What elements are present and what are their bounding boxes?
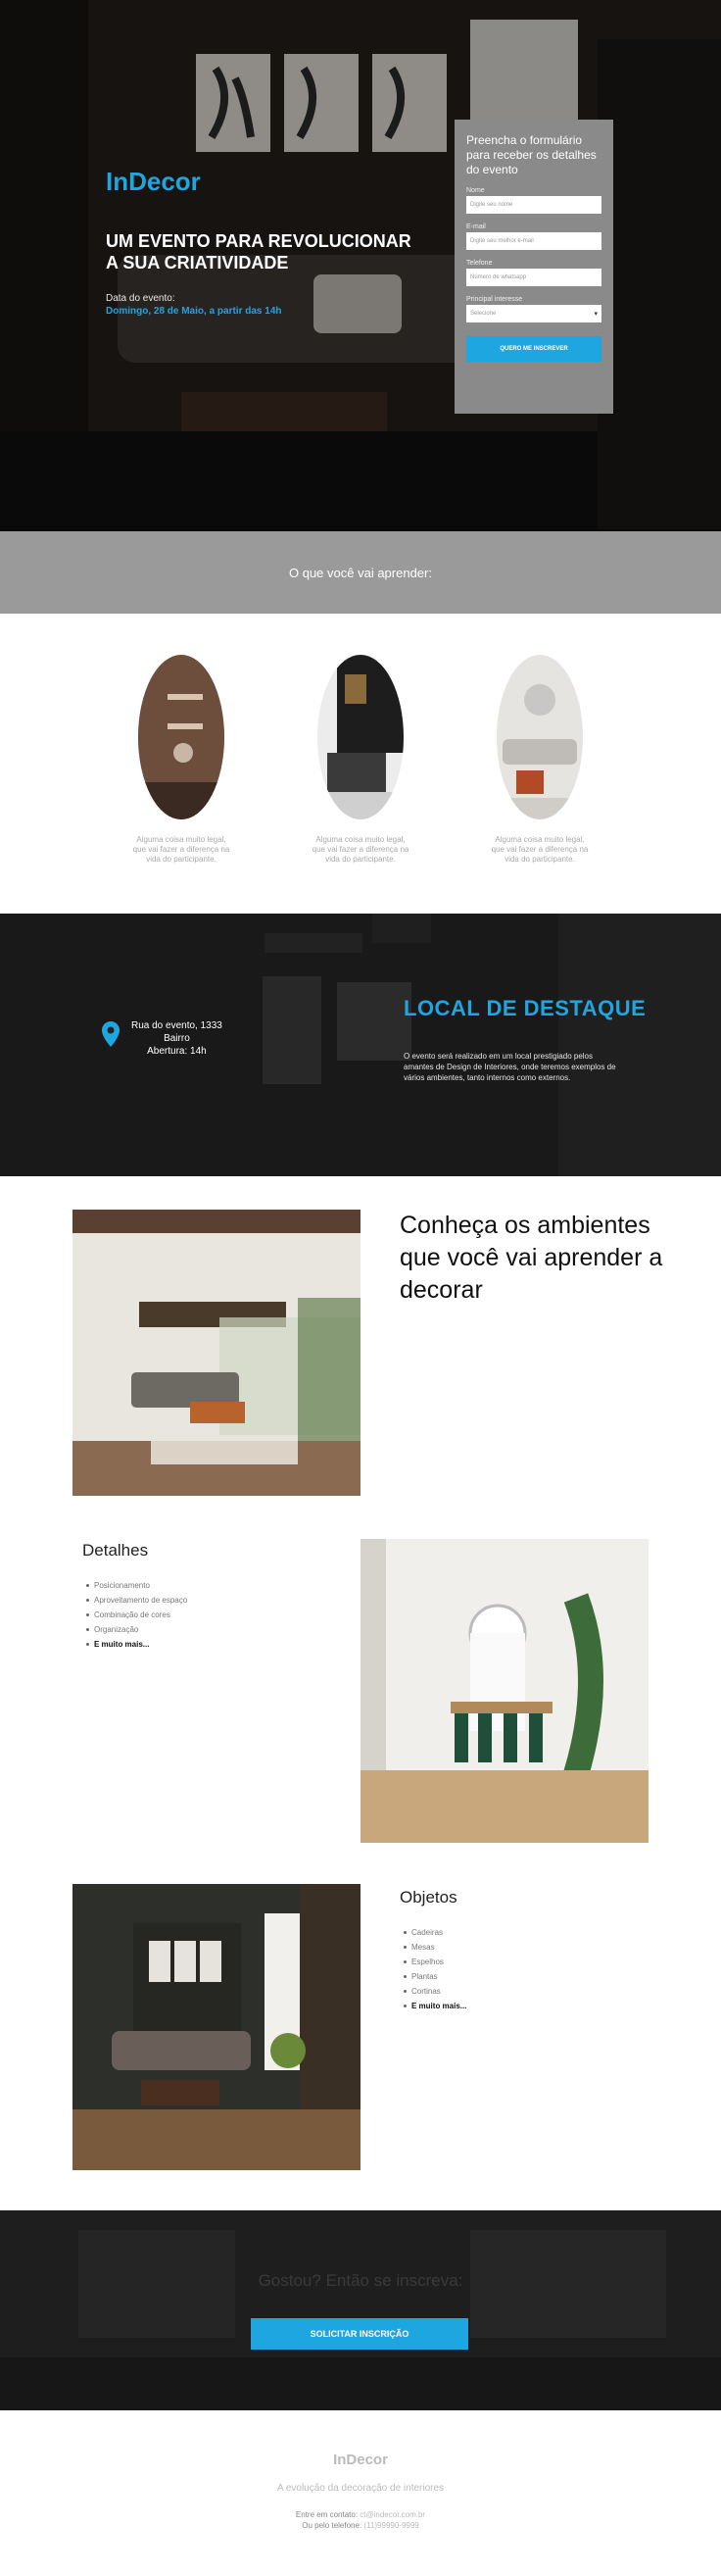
living-room-image bbox=[72, 1210, 360, 1496]
phone-field-row: Telefone Número de whatsapp bbox=[466, 260, 601, 286]
contact-phone[interactable]: (11)99990-9999 bbox=[363, 2521, 418, 2530]
hero-title: UM EVENTO PARA REVOLUCIONAR A SUA CRIATI… bbox=[106, 231, 411, 272]
card-image bbox=[138, 655, 224, 819]
footer-tagline: A evolução da decoração de interiores bbox=[276, 2483, 445, 2494]
email-input[interactable]: Digite seu melhor e-mail bbox=[466, 232, 601, 250]
dining-room-image bbox=[360, 1539, 649, 1843]
address-neighborhood: Bairro bbox=[164, 1033, 190, 1044]
list-item: Espelhos bbox=[404, 1955, 466, 1969]
learn-banner: O que você vai aprender: bbox=[0, 531, 721, 614]
event-date-label: Data do evento: bbox=[106, 293, 175, 304]
card-text: Alguma coisa muito legal, que vai fazer … bbox=[132, 835, 230, 864]
location-title: LOCAL DE DESTAQUE bbox=[404, 996, 647, 1020]
location-pin-icon bbox=[102, 1021, 120, 1052]
details-list: Posicionamento Aproveitamento de espaço … bbox=[86, 1578, 187, 1652]
footer-logo[interactable]: InDecor bbox=[0, 2452, 721, 2468]
card-text: Alguma coisa muito legal, que vai fazer … bbox=[491, 835, 589, 864]
lounge-room-image bbox=[72, 1884, 360, 2170]
hero-logo[interactable]: InDecor bbox=[106, 167, 419, 197]
cta-text: Gostou? Então se inscreva: bbox=[258, 2271, 463, 2290]
list-item: Cadeiras bbox=[404, 1925, 466, 1940]
name-input[interactable]: Digite seu nome bbox=[466, 196, 601, 214]
cta-background-image bbox=[0, 2210, 721, 2410]
submit-button[interactable]: QUERO ME INSCREVER bbox=[466, 336, 601, 362]
chevron-down-icon: ▾ bbox=[594, 311, 598, 318]
learn-title: O que você vai aprender: bbox=[289, 565, 432, 580]
location-description: O evento será realizado em um local pres… bbox=[404, 1052, 616, 1082]
learn-cards-section: Alguma coisa muito legal, que vai fazer … bbox=[0, 614, 721, 914]
request-signup-button[interactable]: SOLICITAR INSCRIÇÃO bbox=[251, 2318, 468, 2350]
form-title: Preencha o formulário para receber os de… bbox=[466, 133, 597, 176]
event-date-value: Domingo, 28 de Maio, a partir das 14h bbox=[106, 306, 282, 317]
phone-label: Telefone bbox=[466, 260, 493, 267]
list-item: Posicionamento bbox=[86, 1578, 187, 1593]
hero-section: InDecor UM EVENTO PARA REVOLUCIONAR A SU… bbox=[0, 0, 721, 531]
interest-label: Principal interesse bbox=[466, 296, 523, 303]
list-item: Combinação de cores bbox=[86, 1608, 187, 1622]
name-field-row: Nome Digite seu nome bbox=[466, 187, 601, 214]
contact-label: Entre em contato: bbox=[295, 2510, 359, 2519]
list-item-more: E muito mais... bbox=[86, 1637, 187, 1652]
phone-input[interactable]: Número de whatsapp bbox=[466, 269, 601, 286]
learn-card: Alguma coisa muito legal, que vai fazer … bbox=[287, 655, 434, 865]
card-image bbox=[497, 655, 583, 819]
email-field-row: E-mail Digite seu melhor e-mail bbox=[466, 223, 601, 250]
interest-select[interactable]: Selecione ▾ bbox=[466, 305, 601, 322]
environments-title: Conheça os ambientes que você vai aprend… bbox=[400, 1212, 663, 1304]
email-label: E-mail bbox=[466, 223, 486, 230]
location-section: Rua do evento, 1333 Bairro Abertura: 14h… bbox=[0, 914, 721, 1176]
list-item: Organização bbox=[86, 1622, 187, 1637]
environments-section: Conheça os ambientes que você vai aprend… bbox=[0, 1176, 721, 2210]
list-item: Cortinas bbox=[404, 1984, 466, 1999]
objects-list: Cadeiras Mesas Espelhos Plantas Cortinas… bbox=[404, 1925, 466, 2013]
address-opening: Abertura: 14h bbox=[147, 1046, 207, 1057]
cta-section: Gostou? Então se inscreva: SOLICITAR INS… bbox=[0, 2210, 721, 2410]
list-item: Plantas bbox=[404, 1969, 466, 1984]
phone-label: Ou pelo telefone: bbox=[302, 2521, 362, 2530]
footer-contact: Entre em contato: ct@indecor.com.br Ou p… bbox=[0, 2509, 721, 2531]
objects-title: Objetos bbox=[400, 1888, 457, 1907]
list-item: Mesas bbox=[404, 1940, 466, 1955]
list-item: Aproveitamento de espaço bbox=[86, 1593, 187, 1608]
learn-card: Alguma coisa muito legal, que vai fazer … bbox=[108, 655, 255, 865]
hero-content: InDecor UM EVENTO PARA REVOLUCIONAR A SU… bbox=[106, 167, 419, 317]
address-street: Rua do evento, 1333 bbox=[131, 1020, 222, 1031]
contact-email-link[interactable]: ct@indecor.com.br bbox=[360, 2510, 425, 2519]
card-image bbox=[317, 655, 404, 819]
name-label: Nome bbox=[466, 187, 485, 194]
list-item-more: E muito mais... bbox=[404, 1999, 466, 2013]
card-text: Alguma coisa muito legal, que vai fazer … bbox=[312, 835, 409, 864]
interest-select-value: Selecione bbox=[470, 311, 497, 317]
footer: InDecor A evolução da decoração de inter… bbox=[0, 2410, 721, 2576]
interest-field-row: Principal interesse Selecione ▾ bbox=[466, 296, 601, 322]
details-title: Detalhes bbox=[82, 1541, 149, 1560]
learn-card: Alguma coisa muito legal, que vai fazer … bbox=[466, 655, 613, 865]
signup-form: Preencha o formulário para receber os de… bbox=[455, 120, 613, 414]
event-address: Rua do evento, 1333 Bairro Abertura: 14h bbox=[131, 1019, 222, 1058]
